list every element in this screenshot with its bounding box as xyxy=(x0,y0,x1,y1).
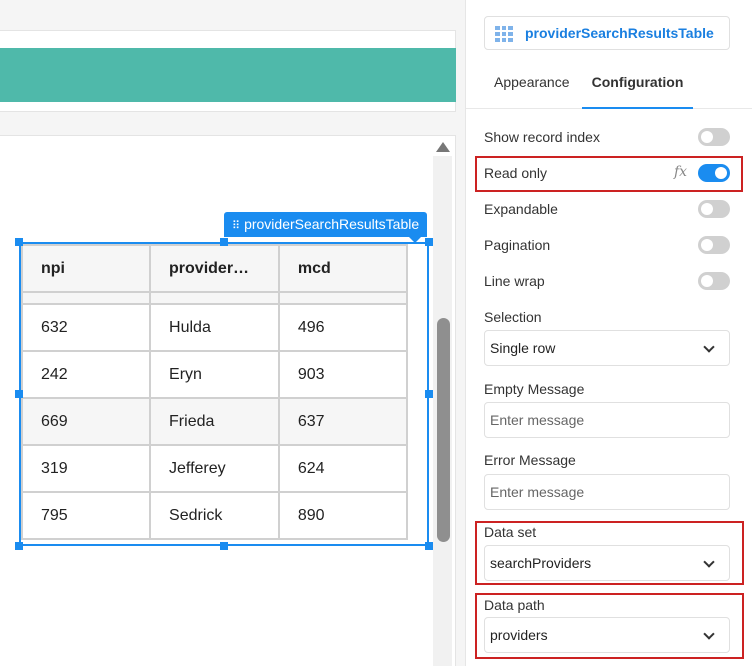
pagination-label: Pagination xyxy=(484,237,551,253)
component-name-label: providerSearchResultsTable xyxy=(525,25,714,41)
chevron-down-icon xyxy=(703,628,715,640)
selection-dropdown[interactable]: Single row xyxy=(484,330,730,366)
data-set-label: Data set xyxy=(484,524,537,540)
read-only-toggle[interactable] xyxy=(698,164,730,182)
error-message-placeholder: Enter message xyxy=(490,484,585,500)
selection-outline xyxy=(19,242,429,546)
show-record-index-label: Show record index xyxy=(484,129,600,145)
data-path-value: providers xyxy=(490,627,548,643)
component-name-tag[interactable]: ⠿ providerSearchResultsTable xyxy=(224,212,428,243)
resize-handle-right[interactable] xyxy=(425,390,433,398)
fx-icon[interactable]: fx xyxy=(674,164,687,180)
chevron-down-icon xyxy=(703,556,715,568)
drag-handle-icon[interactable]: ⠿ xyxy=(232,220,240,232)
resize-handle-bottom[interactable] xyxy=(220,542,228,550)
data-path-dropdown[interactable]: providers xyxy=(484,617,730,653)
data-set-value: searchProviders xyxy=(490,555,592,571)
tab-configuration[interactable]: Configuration xyxy=(582,62,693,109)
empty-message-placeholder: Enter message xyxy=(490,412,585,428)
selection-value: Single row xyxy=(490,340,556,356)
line-wrap-label: Line wrap xyxy=(484,273,545,289)
table-grid-icon xyxy=(495,26,513,42)
component-name-field[interactable]: providerSearchResultsTable xyxy=(484,16,730,50)
resize-handle-bottom-left[interactable] xyxy=(15,542,23,550)
resize-handle-top-left[interactable] xyxy=(15,238,23,246)
chevron-down-icon xyxy=(703,341,715,353)
expandable-label: Expandable xyxy=(484,201,558,217)
show-record-index-toggle[interactable] xyxy=(698,128,730,146)
read-only-label: Read only xyxy=(484,165,548,181)
panel-tabs: Appearance Configuration xyxy=(466,62,752,109)
empty-message-label: Empty Message xyxy=(484,381,585,397)
data-set-dropdown[interactable]: searchProviders xyxy=(484,545,730,581)
resize-handle-top-right[interactable] xyxy=(425,238,433,246)
resize-handle-left[interactable] xyxy=(15,390,23,398)
header-banner[interactable] xyxy=(0,48,456,102)
error-message-input[interactable]: Enter message xyxy=(484,474,730,510)
resize-handle-top[interactable] xyxy=(220,238,228,246)
data-path-label: Data path xyxy=(484,597,545,613)
error-message-label: Error Message xyxy=(484,452,576,468)
editor-canvas: ⠿ providerSearchResultsTable npi provider… xyxy=(0,0,465,666)
expandable-toggle[interactable] xyxy=(698,200,730,218)
line-wrap-toggle[interactable] xyxy=(698,272,730,290)
component-tag-label: providerSearchResultsTable xyxy=(244,216,420,232)
scroll-up-arrow-icon[interactable] xyxy=(436,142,450,152)
selection-label: Selection xyxy=(484,309,542,325)
empty-message-input[interactable]: Enter message xyxy=(484,402,730,438)
settings-panel: providerSearchResultsTable Appearance Co… xyxy=(465,0,752,666)
resize-handle-bottom-right[interactable] xyxy=(425,542,433,550)
pagination-toggle[interactable] xyxy=(698,236,730,254)
scrollbar-thumb[interactable] xyxy=(437,318,450,542)
tab-appearance[interactable]: Appearance xyxy=(494,62,570,109)
